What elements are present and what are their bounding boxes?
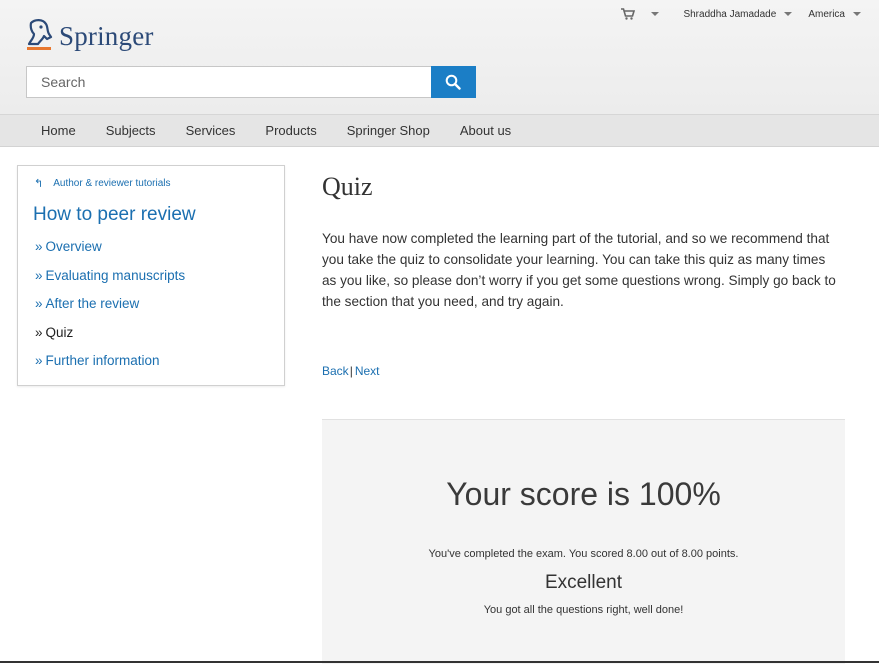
nav-item-about-us[interactable]: About us bbox=[445, 115, 526, 146]
nav-item-products[interactable]: Products bbox=[250, 115, 331, 146]
search-input[interactable] bbox=[26, 66, 431, 98]
nav-item-services[interactable]: Services bbox=[171, 115, 251, 146]
bullet-marker: » bbox=[35, 324, 43, 340]
sidebar-item-after-the-review[interactable]: » After the review bbox=[35, 295, 185, 324]
caret-down-icon bbox=[651, 12, 660, 16]
tutorial-sidebar: ↰ Author & reviewer tutorials How to pee… bbox=[17, 165, 285, 386]
top-utility-links: Shraddha Jamadade America bbox=[621, 8, 861, 20]
search-bar bbox=[26, 66, 476, 98]
feedback-message: You got all the questions right, well do… bbox=[483, 604, 684, 616]
bullet-marker: » bbox=[35, 239, 43, 254]
sidebar-item-label: Evaluating manuscripts bbox=[45, 267, 186, 283]
springer-logo[interactable]: Springer bbox=[25, 18, 154, 54]
nav-item-subjects[interactable]: Subjects bbox=[91, 115, 171, 146]
springer-horse-logo-icon bbox=[27, 19, 53, 50]
user-menu[interactable]: Shraddha Jamadade bbox=[683, 8, 793, 20]
back-to-tutorials-link[interactable]: ↰ Author & reviewer tutorials bbox=[34, 177, 171, 190]
cart-icon bbox=[621, 8, 636, 20]
score-heading: Your score is 100% bbox=[446, 476, 721, 512]
sidebar-item-label: Overview bbox=[45, 239, 102, 254]
back-arrow-icon: ↰ bbox=[34, 178, 44, 190]
pagination: Back| Next bbox=[322, 364, 380, 378]
sidebar-item-label: Further information bbox=[45, 353, 160, 368]
intro-paragraph: You have now completed the learning part… bbox=[322, 231, 836, 309]
rating-label: Excellent bbox=[544, 572, 623, 593]
caret-down-icon bbox=[853, 12, 861, 16]
bullet-marker: » bbox=[35, 267, 43, 283]
sidebar-menu: » Overview » Evaluating manuscripts » After… bbox=[35, 238, 185, 381]
region-name: America bbox=[808, 8, 845, 20]
back-to-tutorials-label: Author & reviewer tutorials bbox=[53, 178, 171, 189]
sidebar-item-quiz: » Quiz bbox=[35, 324, 185, 353]
next-link[interactable]: Next bbox=[355, 364, 380, 378]
user-name: Shraddha Jamadade bbox=[683, 8, 777, 20]
search-button[interactable] bbox=[430, 66, 476, 98]
quiz-result-panel: Your score is 100% You've completed the … bbox=[322, 419, 845, 664]
main-navigation: Home Subjects Services Products Springer… bbox=[0, 114, 879, 147]
cart-menu[interactable] bbox=[621, 8, 660, 20]
completion-message: You've completed the exam. You scored 8.… bbox=[428, 548, 739, 560]
page-title: Quiz bbox=[322, 172, 373, 201]
search-icon bbox=[445, 74, 461, 90]
nav-item-home[interactable]: Home bbox=[26, 115, 91, 146]
pager-separator: | bbox=[349, 364, 353, 378]
sidebar-item-further-information[interactable]: » Further information bbox=[35, 352, 185, 381]
sidebar-item-overview[interactable]: » Overview bbox=[35, 238, 185, 267]
sidebar-item-label: Quiz bbox=[45, 324, 74, 340]
nav-item-springer-shop[interactable]: Springer Shop bbox=[332, 115, 445, 146]
logo-text: Springer bbox=[59, 20, 154, 51]
site-header: Springer Shraddha Jamadade America bbox=[0, 0, 879, 114]
back-link[interactable]: Back bbox=[322, 364, 349, 378]
sidebar-title[interactable]: How to peer review bbox=[33, 204, 196, 226]
bullet-marker: » bbox=[35, 296, 43, 311]
sidebar-item-label: After the review bbox=[45, 296, 140, 311]
sidebar-item-evaluating-manuscripts[interactable]: » Evaluating manuscripts bbox=[35, 267, 185, 296]
caret-down-icon bbox=[784, 12, 793, 16]
bullet-marker: » bbox=[35, 353, 43, 368]
region-menu[interactable]: America bbox=[808, 9, 861, 20]
